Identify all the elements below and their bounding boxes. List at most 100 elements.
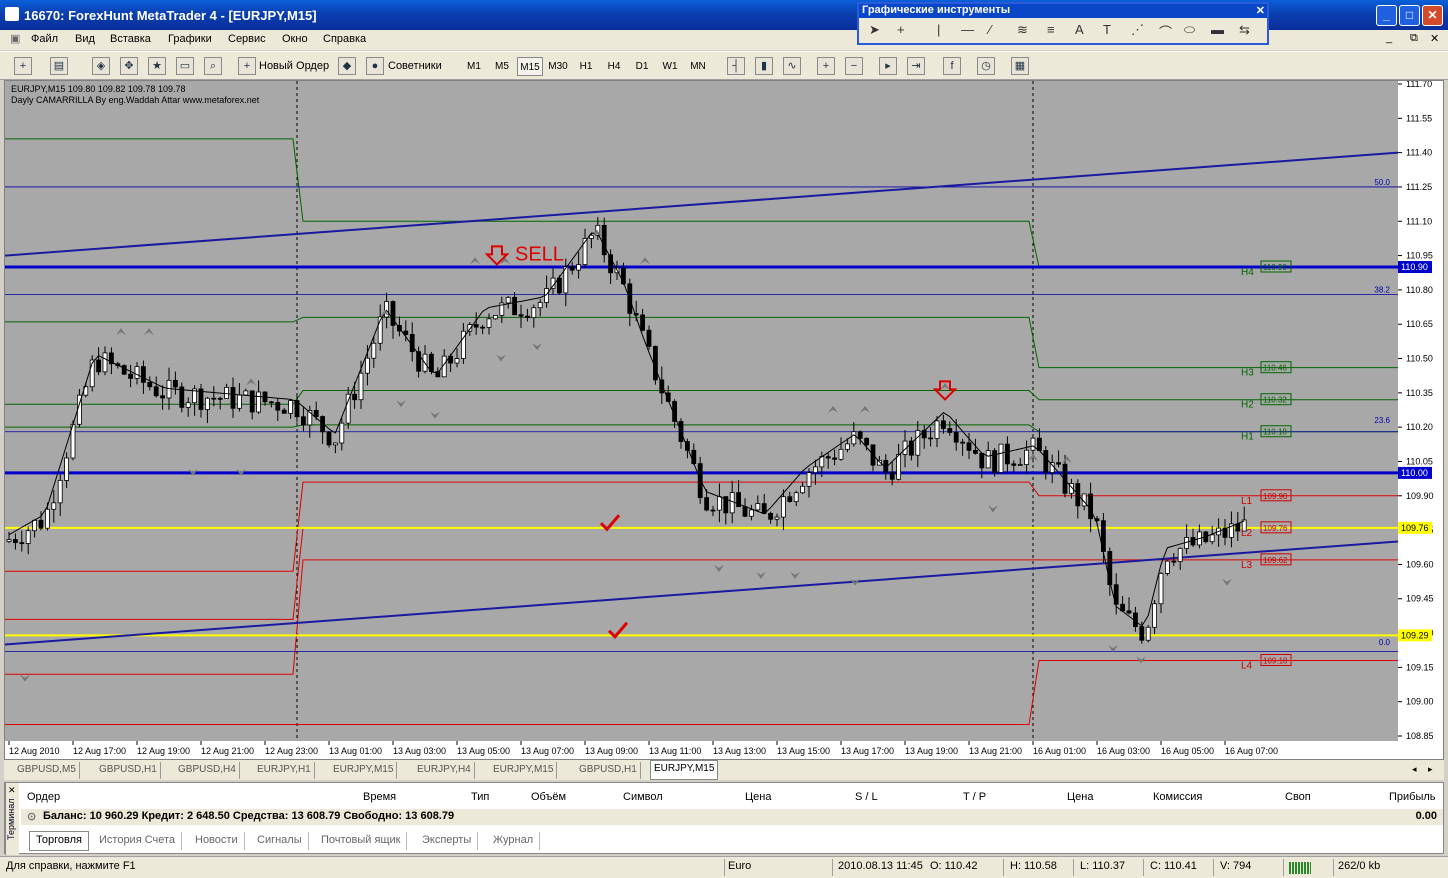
- bar-chart-icon[interactable]: ┤: [727, 57, 745, 75]
- menu-charts[interactable]: Графики: [168, 33, 212, 45]
- candle-body: [64, 457, 69, 481]
- indicators-icon[interactable]: f: [943, 57, 961, 75]
- mdi-close-icon[interactable]: ✕: [1430, 32, 1439, 45]
- col-price[interactable]: Цена: [745, 791, 771, 803]
- close-button[interactable]: ✕: [1422, 5, 1443, 26]
- navigator-icon[interactable]: ★: [148, 57, 166, 75]
- line-chart-icon[interactable]: ∿: [783, 57, 801, 75]
- tabs-scroll-left-icon[interactable]: ◂: [1412, 764, 1417, 775]
- tab-trade[interactable]: Торговля: [29, 831, 89, 851]
- periods-icon[interactable]: ◷: [977, 57, 995, 75]
- tf-d1[interactable]: D1: [629, 57, 655, 76]
- market-watch-icon[interactable]: ◈: [92, 57, 110, 75]
- rectangle-icon[interactable]: ▬: [1211, 22, 1224, 37]
- minimize-button[interactable]: _: [1376, 5, 1397, 26]
- candle-body: [313, 410, 319, 417]
- chart-tab-8[interactable]: GBPUSD,H1: [576, 762, 641, 779]
- mdi-restore-icon[interactable]: ⧉: [1410, 32, 1418, 45]
- col-swap[interactable]: Своп: [1285, 791, 1311, 803]
- cursor-icon[interactable]: ➤: [869, 22, 880, 38]
- col-sl[interactable]: S / L: [855, 791, 878, 803]
- fibo-icon[interactable]: ≡: [1047, 22, 1055, 37]
- templates-icon[interactable]: ▦: [1011, 57, 1029, 75]
- col-symbol[interactable]: Символ: [623, 791, 663, 803]
- data-window-icon[interactable]: ✥: [120, 57, 138, 75]
- tab-journal[interactable]: Журнал: [487, 832, 541, 850]
- tf-h1[interactable]: H1: [573, 57, 599, 76]
- terminal-close-icon[interactable]: ✕: [8, 785, 16, 796]
- vertical-line-icon[interactable]: |: [937, 22, 940, 37]
- menu-service[interactable]: Сервис: [228, 33, 266, 45]
- mdi-minimize-icon[interactable]: _: [1386, 32, 1392, 44]
- metaeditor-icon[interactable]: ◆: [338, 57, 356, 75]
- col-volume[interactable]: Объём: [531, 791, 566, 803]
- tab-mailbox[interactable]: Почтовый ящик: [315, 832, 408, 850]
- drawing-toolbar-close-icon[interactable]: ✕: [1256, 4, 1265, 17]
- tf-m5[interactable]: M5: [489, 57, 515, 76]
- col-tp[interactable]: T / P: [963, 791, 986, 803]
- connection-status-icon[interactable]: [1289, 862, 1311, 874]
- tab-signals[interactable]: Сигналы: [251, 832, 309, 850]
- menu-view[interactable]: Вид: [75, 33, 95, 45]
- chart-tab-9[interactable]: EURJPY,M15: [650, 760, 719, 780]
- zoom-in-icon[interactable]: +: [817, 57, 835, 75]
- chart-menu-icon[interactable]: ▣: [10, 32, 20, 45]
- crosshair-icon[interactable]: +: [897, 22, 905, 37]
- channel-icon[interactable]: ≋: [1017, 22, 1028, 38]
- new-order-button[interactable]: Новый Ордер: [259, 56, 329, 77]
- tf-m1[interactable]: M1: [461, 57, 487, 76]
- tf-mn[interactable]: MN: [685, 57, 711, 76]
- chart-tab-3[interactable]: GBPUSD,H4: [175, 762, 240, 779]
- candle-body: [172, 379, 178, 388]
- new-order-icon[interactable]: +: [238, 57, 256, 75]
- trendline-icon[interactable]: ⁄: [989, 22, 991, 37]
- fibo-arc-icon[interactable]: ⌒: [1159, 22, 1172, 41]
- tabs-scroll-right-icon[interactable]: ▸: [1428, 764, 1433, 775]
- chart-tab-7[interactable]: EURJPY,M15: [490, 762, 558, 779]
- chart-tab-1[interactable]: GBPUSD,M5: [14, 762, 80, 779]
- tf-m15[interactable]: M15: [517, 57, 543, 76]
- col-profit[interactable]: Прибыль: [1389, 791, 1436, 803]
- col-time[interactable]: Время: [363, 791, 396, 803]
- time-tick-label: 16 Aug 01:00: [1033, 746, 1086, 756]
- chart-tab-4[interactable]: EURJPY,H1: [254, 762, 315, 779]
- menu-help[interactable]: Справка: [323, 33, 366, 45]
- status-profile[interactable]: Euro: [728, 860, 751, 872]
- fibo-fan-icon[interactable]: ⋰: [1131, 22, 1144, 38]
- ellipse-icon[interactable]: ⬭: [1184, 22, 1195, 38]
- tf-m30[interactable]: M30: [545, 57, 571, 76]
- maximize-button[interactable]: □: [1399, 5, 1420, 26]
- chart-canvas[interactable]: 50.0 38.2 23.6 0.0 H4 110.90 H3 110.46 H2 110.32…: [5, 81, 1443, 759]
- tf-w1[interactable]: W1: [657, 57, 683, 76]
- chart-area[interactable]: 50.0 38.2 23.6 0.0 H4 110.90 H3 110.46 H2 110.32…: [4, 80, 1444, 760]
- tab-history[interactable]: История Счета: [93, 832, 183, 850]
- profiles-icon[interactable]: ▤: [50, 57, 68, 75]
- candle-chart-icon[interactable]: ▮: [755, 57, 773, 75]
- chart-shift-icon[interactable]: ⇥: [907, 57, 925, 75]
- menu-insert[interactable]: Вставка: [110, 33, 151, 45]
- col-commission[interactable]: Комиссия: [1153, 791, 1202, 803]
- chart-tab-2[interactable]: GBPUSD,H1: [96, 762, 161, 779]
- text-icon[interactable]: A: [1075, 22, 1084, 37]
- label-icon[interactable]: T: [1103, 22, 1111, 37]
- tester-icon[interactable]: ⌕: [204, 57, 222, 75]
- experts-button[interactable]: Советники: [388, 56, 442, 77]
- zoom-out-icon[interactable]: −: [845, 57, 863, 75]
- chart-tab-5[interactable]: EURJPY,M15: [330, 762, 398, 779]
- autoscroll-icon[interactable]: ▸: [879, 57, 897, 75]
- col-order[interactable]: Ордер: [27, 791, 60, 803]
- menu-window[interactable]: Окно: [282, 33, 308, 45]
- horizontal-line-icon[interactable]: —: [961, 22, 974, 37]
- new-chart-icon[interactable]: +: [14, 57, 32, 75]
- terminal-icon[interactable]: ▭: [176, 57, 194, 75]
- experts-icon[interactable]: ●: [366, 57, 384, 75]
- menu-file[interactable]: Файл: [31, 33, 58, 45]
- tab-news[interactable]: Новости: [189, 832, 245, 850]
- chart-tab-6[interactable]: EURJPY,H4: [414, 762, 475, 779]
- balance-row[interactable]: ⊙ Баланс: 10 960.29 Кредит: 2 648.50 Сре…: [21, 809, 1443, 825]
- arrow-icon[interactable]: ⇆: [1239, 22, 1250, 38]
- tf-h4[interactable]: H4: [601, 57, 627, 76]
- col-price-current[interactable]: Цена: [1067, 791, 1093, 803]
- col-type[interactable]: Тип: [471, 791, 489, 803]
- tab-experts[interactable]: Эксперты: [416, 832, 479, 850]
